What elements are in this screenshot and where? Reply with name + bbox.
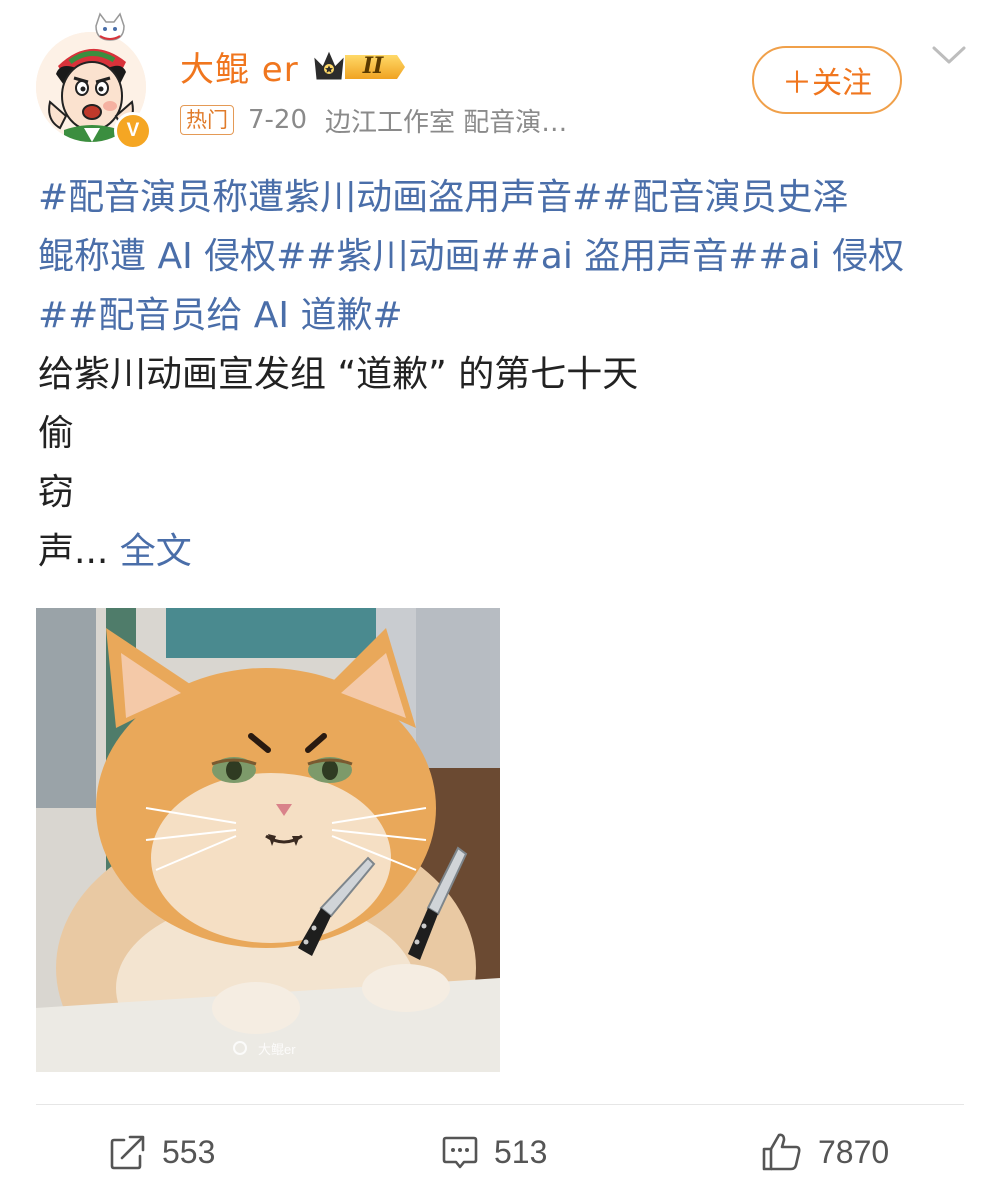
username-row: 大鲲 er II: [180, 40, 409, 92]
avatar[interactable]: V: [30, 12, 152, 150]
chevron-down-icon[interactable]: [930, 40, 968, 70]
level-badge-text: II: [362, 53, 384, 79]
hashtag-line[interactable]: 鲲称遭 AI 侵权##紫川动画##ai 盗用声音##ai 侵权: [38, 227, 958, 286]
hashtag-line[interactable]: #配音演员称遭紫川动画盗用声音##配音演员史泽: [38, 168, 958, 227]
like-count: 7870: [818, 1133, 890, 1170]
truncated-text: 声...: [38, 531, 109, 572]
hot-tag: 热门: [180, 105, 234, 135]
repost-button[interactable]: 553: [108, 1124, 215, 1180]
full-text-link[interactable]: 全文: [120, 531, 192, 572]
repost-count: 553: [162, 1133, 216, 1170]
cat-with-knives-image: [36, 608, 500, 1072]
post-image[interactable]: 大鲲er: [36, 608, 500, 1072]
post-date: 7-20: [248, 105, 308, 135]
hashtag-block[interactable]: #配音演员称遭紫川动画盗用声音##配音演员史泽 鲲称遭 AI 侵权##紫川动画#…: [38, 168, 958, 345]
level-badge[interactable]: II: [311, 48, 409, 84]
hashtag-line[interactable]: ##配音员给 AI 道歉#: [38, 286, 958, 345]
verified-badge-icon: V: [114, 112, 152, 150]
text-line: 给紫川动画宣发组 “道歉” 的第七十天: [38, 354, 639, 395]
image-watermark: 大鲲er: [258, 1042, 296, 1057]
comment-button[interactable]: 513: [440, 1124, 547, 1180]
cat-ornament-icon: [95, 12, 125, 41]
text-line: 偷: [38, 413, 75, 454]
follow-button[interactable]: ＋关注: [752, 46, 902, 114]
post-source[interactable]: 边江工作室 配音演…: [325, 102, 567, 139]
truncated-line: 声... 全文: [38, 522, 958, 581]
like-button[interactable]: 7870: [760, 1124, 889, 1180]
text-line: 窃: [38, 472, 75, 513]
divider: [36, 1104, 964, 1105]
thumbs-up-icon: [762, 1133, 801, 1171]
post-meta: 热门 7-20 边江工作室 配音演…: [180, 100, 567, 140]
comment-count: 513: [494, 1133, 548, 1170]
comment-icon: [442, 1136, 478, 1169]
post-text: #配音演员称遭紫川动画盗用声音##配音演员史泽 鲲称遭 AI 侵权##紫川动画#…: [38, 168, 958, 581]
crown-level-icon: [314, 51, 405, 80]
repost-icon: [110, 1135, 145, 1170]
username[interactable]: 大鲲 er: [180, 42, 299, 91]
